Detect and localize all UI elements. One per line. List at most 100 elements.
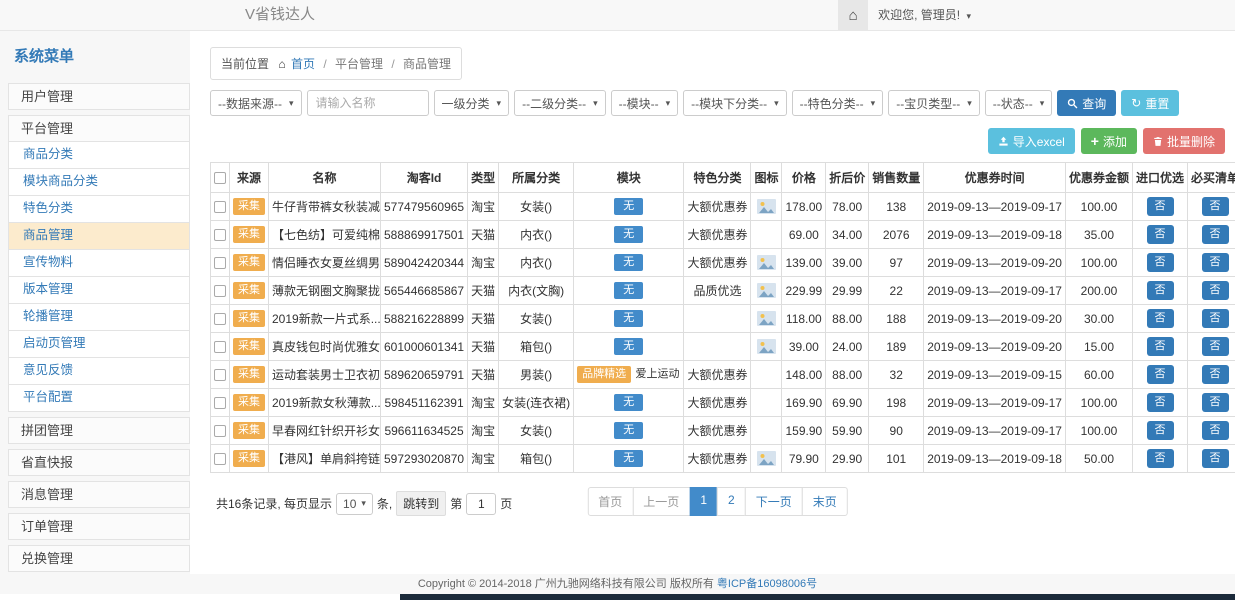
import-optimal-toggle[interactable]: 否 (1147, 281, 1174, 300)
jump-button[interactable]: 跳转到 (396, 491, 446, 516)
row-checkbox[interactable] (214, 453, 226, 465)
cell-source: 采集 (230, 389, 269, 417)
import-optimal-toggle[interactable]: 否 (1147, 365, 1174, 384)
home-button[interactable]: ⌂ (838, 0, 868, 30)
cell-price: 139.00 (782, 249, 826, 277)
must-buy-toggle[interactable]: 否 (1202, 421, 1229, 440)
sidebar-item-拼团管理[interactable]: 拼团管理 (8, 417, 190, 444)
must-buy-toggle[interactable]: 否 (1202, 253, 1229, 272)
sidebar-item-用户管理[interactable]: 用户管理 (8, 83, 190, 110)
import-excel-button[interactable]: 导入excel (988, 128, 1075, 154)
import-optimal-toggle[interactable]: 否 (1147, 197, 1174, 216)
cell-sales-count: 188 (869, 305, 924, 333)
per-page-select[interactable]: 10 ▾ (336, 493, 373, 515)
import-optimal-toggle[interactable]: 否 (1147, 309, 1174, 328)
table-row: 采集【七色纺】可爱纯棉家...588869917501天猫内衣()无大额优惠券6… (211, 221, 1235, 249)
import-optimal-toggle[interactable]: 否 (1147, 337, 1174, 356)
sidebar-item-兑换管理[interactable]: 兑换管理 (8, 545, 190, 572)
sidebar-item-省直快报[interactable]: 省直快报 (8, 449, 190, 476)
sidebar-item-订单管理[interactable]: 订单管理 (8, 513, 190, 540)
import-optimal-toggle[interactable]: 否 (1147, 421, 1174, 440)
user-menu[interactable]: 欢迎您, 管理员! ▾ (868, 0, 977, 30)
search-icon (1067, 98, 1078, 109)
cell-category: 箱包() (499, 333, 574, 361)
filter-select-状态[interactable]: --状态--▾ (985, 90, 1053, 116)
page-button-1[interactable]: 1 (689, 487, 718, 516)
page-button-末页[interactable]: 末页 (802, 487, 848, 516)
table-row: 采集2019新款女秋薄款...598451162391淘宝女装(连衣裙)无大额优… (211, 389, 1235, 417)
caret-down-icon: ▾ (289, 98, 294, 109)
pagination: 首页上一页12下一页末页 (587, 487, 847, 516)
sidebar-item-商品管理[interactable]: 商品管理 (8, 223, 190, 250)
row-checkbox[interactable] (214, 313, 226, 325)
search-button[interactable]: 查询 (1057, 90, 1116, 116)
cell-source: 采集 (230, 277, 269, 305)
must-buy-toggle[interactable]: 否 (1202, 197, 1229, 216)
must-buy-toggle[interactable]: 否 (1202, 449, 1229, 468)
import-optimal-toggle[interactable]: 否 (1147, 449, 1174, 468)
import-optimal-toggle[interactable]: 否 (1147, 225, 1174, 244)
import-optimal-toggle[interactable]: 否 (1147, 253, 1174, 272)
must-buy-toggle[interactable]: 否 (1202, 309, 1229, 328)
sidebar-item-商品分类[interactable]: 商品分类 (8, 142, 190, 169)
row-checkbox[interactable] (214, 369, 226, 381)
sidebar-item-启动页管理[interactable]: 启动页管理 (8, 331, 190, 358)
cell-coupon-amount: 100.00 (1065, 417, 1132, 445)
page-button-2[interactable]: 2 (717, 487, 746, 516)
icp-link[interactable]: 粤ICP备16098006号 (717, 578, 817, 590)
must-buy-toggle[interactable]: 否 (1202, 281, 1229, 300)
cell-category: 箱包() (499, 445, 574, 473)
sidebar-item-轮播管理[interactable]: 轮播管理 (8, 304, 190, 331)
filter-select-特色分类[interactable]: --特色分类--▾ (792, 90, 884, 116)
cell-icon (751, 221, 782, 249)
filter-select-一级分类[interactable]: 一级分类▾ (434, 90, 510, 116)
cell-discount-price: 88.00 (826, 361, 869, 389)
row-checkbox[interactable] (214, 425, 226, 437)
row-checkbox[interactable] (214, 341, 226, 353)
add-button[interactable]: + 添加 (1081, 128, 1137, 154)
reset-button[interactable]: ↻ 重置 (1121, 90, 1179, 116)
records-info: 共16条记录, 每页显示 10 ▾ 条, 跳转到 第 页 (216, 491, 512, 516)
row-checkbox[interactable] (214, 257, 226, 269)
cell-price: 118.00 (782, 305, 826, 333)
must-buy-toggle[interactable]: 否 (1202, 225, 1229, 244)
cell-taoke-id: 577479560965 (381, 193, 468, 221)
page-button-首页[interactable]: 首页 (587, 487, 633, 516)
name-filter-input[interactable] (307, 90, 429, 116)
page-suffix: 页 (500, 495, 512, 512)
row-checkbox[interactable] (214, 201, 226, 213)
row-checkbox[interactable] (214, 285, 226, 297)
breadcrumb-home-link[interactable]: 首页 (291, 57, 315, 71)
welcome-text: 欢迎您, 管理员! (878, 8, 960, 22)
sidebar-item-消息管理[interactable]: 消息管理 (8, 481, 190, 508)
sidebar-item-平台管理[interactable]: 平台管理 (8, 115, 190, 142)
table-row: 采集真皮钱包时尚优雅女士...601000601341天猫箱包()无39.002… (211, 333, 1235, 361)
cell-coupon-time: 2019-09-13—2019-09-18 (924, 445, 1066, 473)
must-buy-toggle[interactable]: 否 (1202, 337, 1229, 356)
filter-select-模块[interactable]: --模块--▾ (611, 90, 679, 116)
row-checkbox[interactable] (214, 397, 226, 409)
batch-delete-button[interactable]: 批量删除 (1143, 128, 1225, 154)
page-prefix: 第 (450, 495, 462, 512)
cell-taoke-id: 565446685867 (381, 277, 468, 305)
must-buy-toggle[interactable]: 否 (1202, 365, 1229, 384)
page-button-下一页[interactable]: 下一页 (745, 487, 803, 516)
filter-select-模块下分类[interactable]: --模块下分类--▾ (683, 90, 787, 116)
sidebar-item-意见反馈[interactable]: 意见反馈 (8, 358, 190, 385)
sidebar-item-特色分类[interactable]: 特色分类 (8, 196, 190, 223)
page-button-上一页[interactable]: 上一页 (632, 487, 690, 516)
sidebar-item-宣传物料[interactable]: 宣传物料 (8, 250, 190, 277)
filter-select-宝贝类型[interactable]: --宝贝类型--▾ (888, 90, 980, 116)
must-buy-toggle[interactable]: 否 (1202, 393, 1229, 412)
cell-discount-price: 29.99 (826, 277, 869, 305)
sidebar-item-版本管理[interactable]: 版本管理 (8, 277, 190, 304)
filter-select-数据来源[interactable]: --数据来源--▾ (210, 90, 302, 116)
sidebar-item-模块商品分类[interactable]: 模块商品分类 (8, 169, 190, 196)
page-number-input[interactable] (466, 493, 496, 515)
column-header-名称: 名称 (269, 163, 381, 193)
sidebar-item-平台配置[interactable]: 平台配置 (8, 385, 190, 412)
import-optimal-toggle[interactable]: 否 (1147, 393, 1174, 412)
row-checkbox[interactable] (214, 229, 226, 241)
filter-select-二级分类[interactable]: --二级分类--▾ (514, 90, 606, 116)
select-all-checkbox[interactable] (214, 172, 226, 184)
